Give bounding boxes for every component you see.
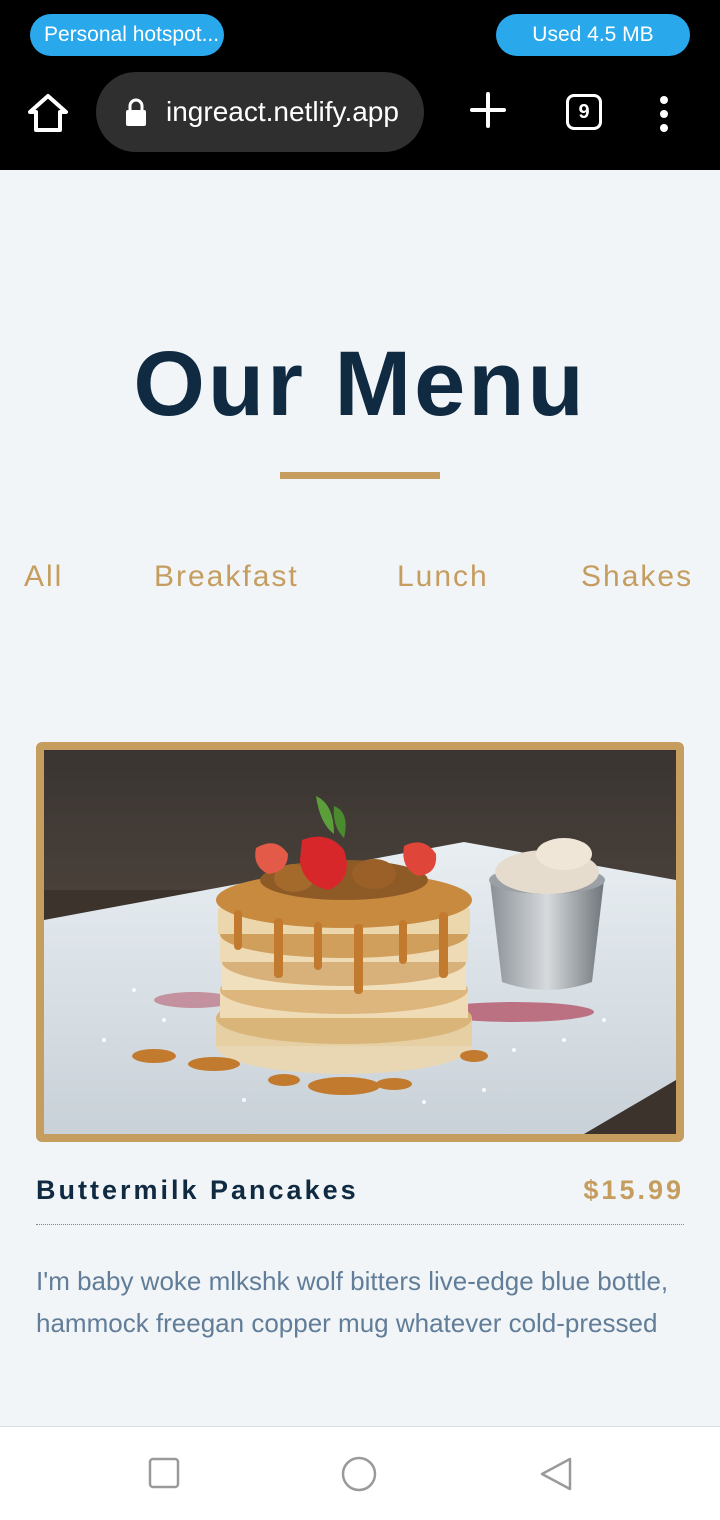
lock-icon xyxy=(126,98,146,126)
filter-all[interactable]: All xyxy=(24,560,63,594)
data-usage-indicator[interactable]: Used 4.5 MB xyxy=(496,14,690,56)
filter-lunch[interactable]: Lunch xyxy=(397,560,489,594)
title-underline xyxy=(280,472,440,479)
hotspot-indicator[interactable]: Personal hotspot... xyxy=(30,14,224,56)
url-text[interactable]: ingreact.netlify.app xyxy=(166,72,399,152)
recent-apps-icon[interactable] xyxy=(148,1457,180,1489)
page-content: Our Menu All Breakfast Lunch Shakes Butt… xyxy=(0,170,720,1426)
menu-item-header: Buttermilk Pancakes $15.99 xyxy=(36,1175,684,1225)
address-bar[interactable]: ingreact.netlify.app xyxy=(96,72,424,152)
more-vert-icon[interactable] xyxy=(650,92,678,136)
pancakes-image xyxy=(44,750,676,1134)
menu-item-description: I'm baby woke mlkshk wolf bitters live-e… xyxy=(36,1266,669,1338)
category-filters: All Breakfast Lunch Shakes xyxy=(0,560,720,600)
menu-item-price: $15.99 xyxy=(583,1175,684,1205)
system-nav-bar xyxy=(0,1426,720,1520)
home-circle-icon[interactable] xyxy=(340,1455,378,1493)
browser-toolbar: ingreact.netlify.app 9 xyxy=(0,70,720,170)
menu-item-photo xyxy=(36,742,684,1142)
filter-breakfast[interactable]: Breakfast xyxy=(154,560,299,594)
page-title: Our Menu xyxy=(133,333,587,435)
tabs-button[interactable]: 9 xyxy=(566,94,602,130)
status-bar: Personal hotspot... Used 4.5 MB xyxy=(0,0,720,70)
menu-item-name: Buttermilk Pancakes xyxy=(36,1175,359,1205)
plus-icon[interactable] xyxy=(466,88,510,132)
home-icon[interactable] xyxy=(26,92,70,136)
back-triangle-icon[interactable] xyxy=(538,1455,574,1493)
filter-shakes[interactable]: Shakes xyxy=(581,560,693,594)
